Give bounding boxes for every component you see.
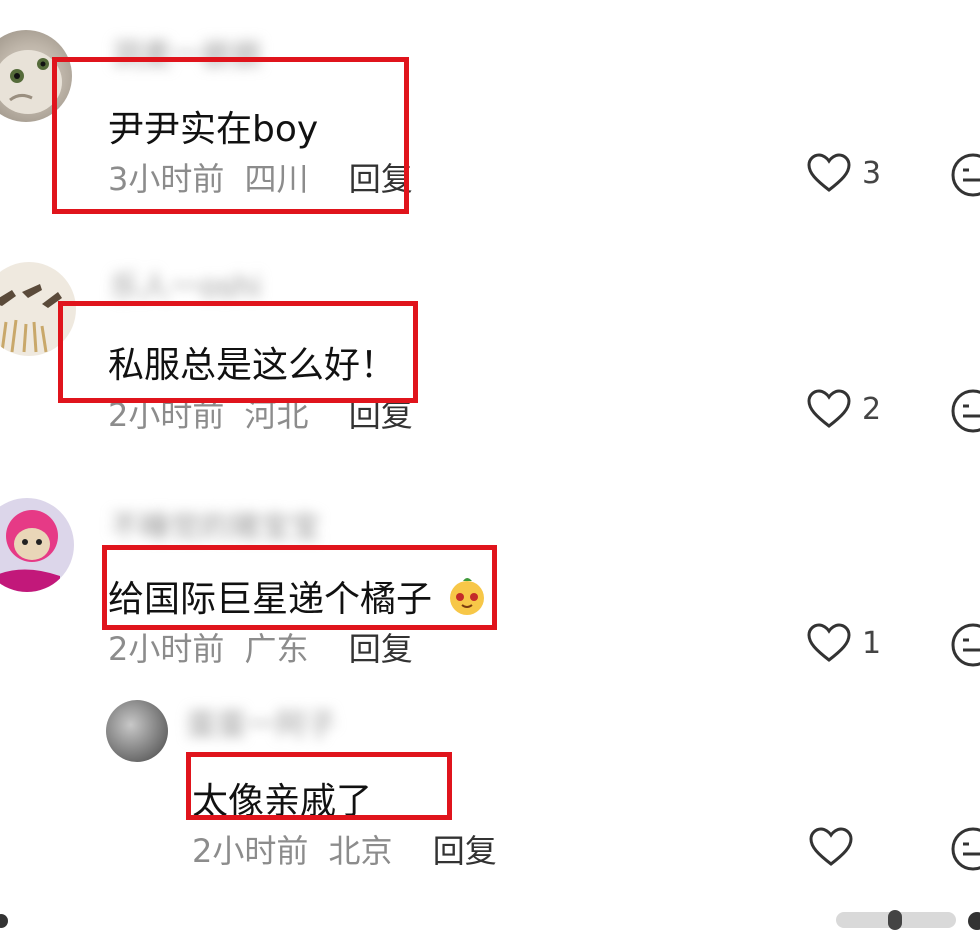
heart-icon [809,827,853,866]
comment-location: 北京 [328,832,393,870]
scroll-edge-marker [968,912,980,930]
reply-button[interactable]: 回复 [433,832,497,870]
scroll-handle[interactable] [888,910,902,930]
avatar[interactable] [106,700,168,762]
scroll-edge-marker [0,914,8,928]
like-button[interactable] [808,826,854,868]
reply-item: 蛋蛋一阿子 太像亲戚了 2小时前 北京 回复 [0,0,980,900]
emoji-react-icon[interactable] [950,826,980,872]
comment-meta: 2小时前 北京 回复 [192,826,497,872]
horizontal-scrollbar[interactable] [0,910,980,932]
highlight-box [186,752,452,820]
username[interactable]: 蛋蛋一阿子 [186,700,336,744]
comment-time: 2小时前 [192,832,309,870]
